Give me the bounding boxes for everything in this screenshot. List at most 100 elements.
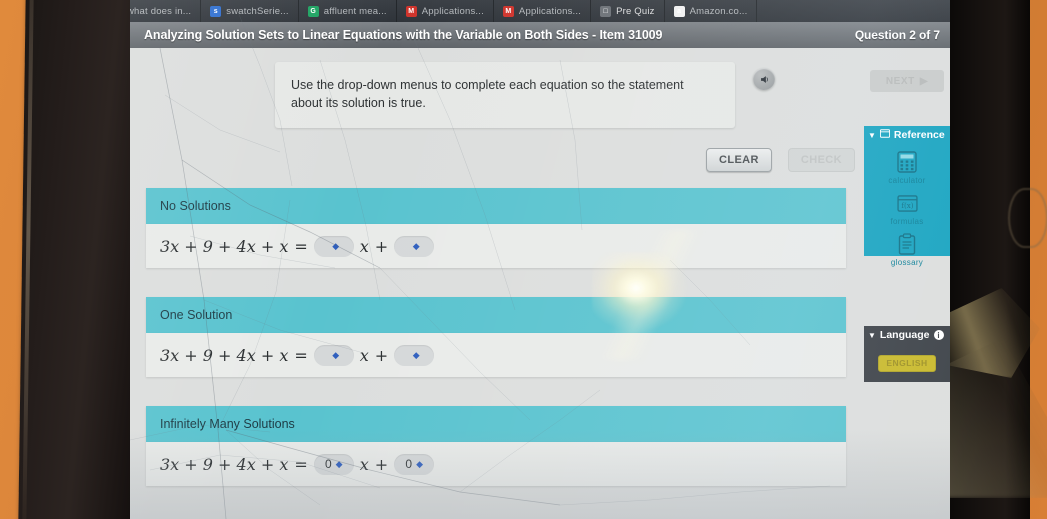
- formula-window-icon: f(x): [895, 191, 919, 215]
- dropdown-coefficient[interactable]: ◆: [313, 344, 354, 366]
- chevron-select-icon: ◆: [412, 349, 420, 360]
- action-button-row: CLEAR CHECK: [705, 148, 855, 172]
- card-equation-row: 3x + 9 + 4x + x = ◆ x + ◆: [146, 333, 846, 377]
- equation-equals: =: [294, 345, 308, 365]
- card-title: Infinitely Many Solutions: [146, 406, 846, 442]
- tab-favicon-icon: M: [502, 5, 514, 17]
- tool-rail: NEXT ▶ ▼ Reference calculator f(x) formu…: [864, 48, 950, 519]
- window-icon: [879, 129, 890, 141]
- tab-label: Pre Quiz: [616, 5, 655, 17]
- card-title: One Solution: [146, 297, 846, 333]
- triangle-down-icon: ▼: [868, 130, 876, 140]
- browser-tab-strip: G what does in... s swatchSerie... G aff…: [130, 0, 950, 22]
- tab-label: Applications...: [518, 5, 582, 17]
- browser-tab[interactable]: G what does in...: [130, 0, 202, 22]
- equation: 3x + 9 + 4x + x = ◆ x + ◆: [160, 344, 435, 366]
- tab-label: Applications...: [421, 5, 484, 17]
- tab-favicon-icon: a: [673, 5, 685, 17]
- device-bezel-left: [18, 0, 138, 519]
- tool-glossary[interactable]: glossary: [864, 232, 950, 267]
- language-panel-header[interactable]: ▼ Language i: [864, 326, 950, 344]
- info-icon: i: [933, 330, 944, 340]
- equation-equals: =: [294, 236, 308, 256]
- browser-tab[interactable]: G affluent mea...: [299, 0, 397, 22]
- tablet-screen: G what does in... s swatchSerie... G aff…: [130, 0, 950, 519]
- browser-tab[interactable]: s swatchSerie...: [201, 0, 299, 22]
- language-panel-body: ENGLISH: [864, 344, 950, 382]
- chevron-select-icon: ◆: [416, 458, 423, 469]
- browser-tab[interactable]: M Applications...: [397, 0, 494, 22]
- browser-tab[interactable]: M Applications...: [494, 0, 592, 22]
- tab-favicon-icon: s: [210, 5, 222, 17]
- language-select-button[interactable]: ENGLISH: [878, 354, 936, 372]
- dropdown-coefficient[interactable]: ◆: [313, 235, 354, 257]
- tab-favicon-icon: □: [600, 5, 612, 17]
- browser-tab-active[interactable]: □ Pre Quiz: [591, 0, 665, 22]
- page-title: Analyzing Solution Sets to Linear Equati…: [144, 28, 663, 42]
- browser-tab[interactable]: a Amazon.co...: [665, 0, 758, 22]
- equation-plus: +: [374, 345, 389, 365]
- chevron-select-icon: ◆: [335, 458, 343, 469]
- tool-formulas[interactable]: f(x) formulas: [864, 191, 950, 226]
- play-triangle-icon: ▶: [919, 75, 929, 87]
- question-counter: Question 2 of 7: [854, 28, 940, 42]
- reference-panel: ▼ Reference calculator f(x) formulas glo…: [864, 126, 950, 267]
- calculator-icon: [895, 150, 919, 174]
- next-button[interactable]: NEXT ▶: [870, 70, 944, 92]
- triangle-down-icon: ▼: [868, 330, 876, 340]
- reference-panel-header[interactable]: ▼ Reference: [864, 126, 950, 144]
- equation: 3x + 9 + 4x + x = ◆ x + ◆: [160, 235, 435, 257]
- tab-label: affluent mea...: [323, 5, 387, 17]
- instruction-panel: Use the drop-down menus to complete each…: [275, 62, 775, 128]
- next-label: NEXT: [885, 75, 915, 87]
- assessment-content: Use the drop-down menus to complete each…: [130, 48, 950, 519]
- tool-label: formulas: [890, 217, 924, 226]
- dropdown-value: 0: [324, 457, 332, 471]
- check-button[interactable]: CHECK: [787, 148, 855, 172]
- tab-label: what does in...: [130, 5, 192, 17]
- equation-left: 3x + 9 + 4x + x: [160, 236, 289, 256]
- equation-left: 3x + 9 + 4x + x: [160, 345, 289, 365]
- instruction-text: Use the drop-down menus to complete each…: [291, 78, 684, 111]
- answer-card-no-solutions: No Solutions 3x + 9 + 4x + x = ◆ x + ◆: [146, 188, 846, 268]
- clipboard-icon: [895, 232, 919, 256]
- tab-label: swatchSerie...: [226, 5, 289, 17]
- equation-left: 3x + 9 + 4x + x: [160, 454, 289, 474]
- answer-card-one-solution: One Solution 3x + 9 + 4x + x = ◆ x + ◆: [146, 297, 846, 377]
- equation-variable: x: [359, 345, 369, 365]
- assessment-header: Analyzing Solution Sets to Linear Equati…: [130, 22, 950, 48]
- device-bezel-right: [942, 0, 1047, 519]
- equation: 3x + 9 + 4x + x = 0 ◆ x + 0 ◆: [160, 453, 435, 475]
- clear-button[interactable]: CLEAR: [705, 148, 772, 172]
- card-title: No Solutions: [146, 188, 846, 224]
- dropdown-value: 0: [405, 457, 413, 471]
- svg-text:f(x): f(x): [901, 201, 913, 210]
- answer-card-infinitely-many-solutions: Infinitely Many Solutions 3x + 9 + 4x + …: [146, 406, 846, 486]
- tab-label: Amazon.co...: [689, 5, 748, 17]
- dropdown-constant[interactable]: 0 ◆: [394, 453, 435, 475]
- language-label: Language: [879, 329, 930, 341]
- tab-favicon-icon: G: [307, 5, 319, 17]
- bezel-reflection: [1008, 188, 1047, 248]
- card-equation-row: 3x + 9 + 4x + x = ◆ x + ◆: [146, 224, 846, 268]
- reference-label: Reference: [893, 129, 945, 141]
- photograph-of-tablet-screen: G what does in... s swatchSerie... G aff…: [0, 0, 1047, 519]
- bezel-reflection: [942, 338, 1047, 498]
- equation-variable: x: [359, 454, 369, 474]
- tool-label: calculator: [888, 176, 926, 185]
- card-equation-row: 3x + 9 + 4x + x = 0 ◆ x + 0 ◆: [146, 442, 846, 486]
- equation-equals: =: [294, 454, 308, 474]
- chevron-select-icon: ◆: [332, 349, 340, 360]
- tool-calculator[interactable]: calculator: [864, 150, 950, 185]
- chevron-select-icon: ◆: [332, 240, 340, 251]
- tab-favicon-icon: M: [405, 5, 417, 17]
- equation-variable: x: [359, 236, 369, 256]
- equation-plus: +: [374, 236, 389, 256]
- dropdown-constant[interactable]: ◆: [394, 235, 435, 257]
- dropdown-constant[interactable]: ◆: [394, 344, 435, 366]
- chevron-select-icon: ◆: [412, 240, 420, 251]
- speaker-icon[interactable]: [753, 68, 775, 90]
- equation-plus: +: [374, 454, 389, 474]
- tool-label: glossary: [890, 258, 924, 267]
- dropdown-coefficient[interactable]: 0 ◆: [313, 453, 354, 475]
